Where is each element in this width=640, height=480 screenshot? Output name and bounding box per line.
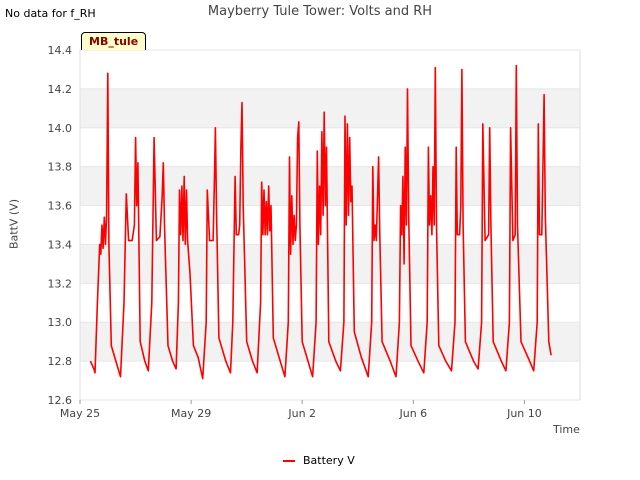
y-tick-label: 12.6 (48, 394, 73, 407)
y-tick-label: 14.4 (48, 44, 73, 57)
site-tag: MB_tule (81, 32, 147, 50)
y-tick-label: 13.0 (48, 316, 73, 329)
grid-band (80, 88, 580, 128)
x-tick-label: May 29 (171, 407, 211, 420)
x-axis-label: Time (553, 423, 580, 436)
y-tick-label: 13.6 (48, 200, 73, 213)
y-tick-label: 14.2 (48, 83, 73, 96)
legend[interactable]: Battery V (283, 454, 355, 467)
x-tick-label: Jun 2 (287, 407, 316, 420)
y-tick-label: 14.0 (48, 122, 73, 135)
x-tick-label: May 25 (60, 407, 100, 420)
chart-title: Mayberry Tule Tower: Volts and RH (207, 4, 433, 19)
y-tick-label: 13.4 (48, 238, 73, 251)
y-tick-label: 12.8 (48, 355, 73, 368)
grid-band (80, 244, 580, 284)
y-tick-label: 13.2 (48, 277, 73, 290)
legend-label: Battery V (303, 454, 355, 467)
legend-swatch (283, 459, 295, 462)
chart-svg: 12.6 12.8 13.0 13.2 13.4 13.6 13.8 14.0 14.2 14.4… (48, 44, 581, 420)
y-tick-label: 13.8 (48, 161, 73, 174)
y-axis-label: BattV (V) (7, 198, 21, 250)
x-tick-label: Jun 10 (506, 407, 542, 420)
x-tick-labels: May 25 May 29 Jun 2 Jun 6 Jun 10 (60, 400, 542, 420)
chart-bands (80, 88, 580, 362)
x-tick-label: Jun 6 (398, 407, 427, 420)
grid-band (80, 322, 580, 362)
y-tick-labels: 12.6 12.8 13.0 13.2 13.4 13.6 13.8 14.0 14.2 14.4 (48, 44, 73, 407)
